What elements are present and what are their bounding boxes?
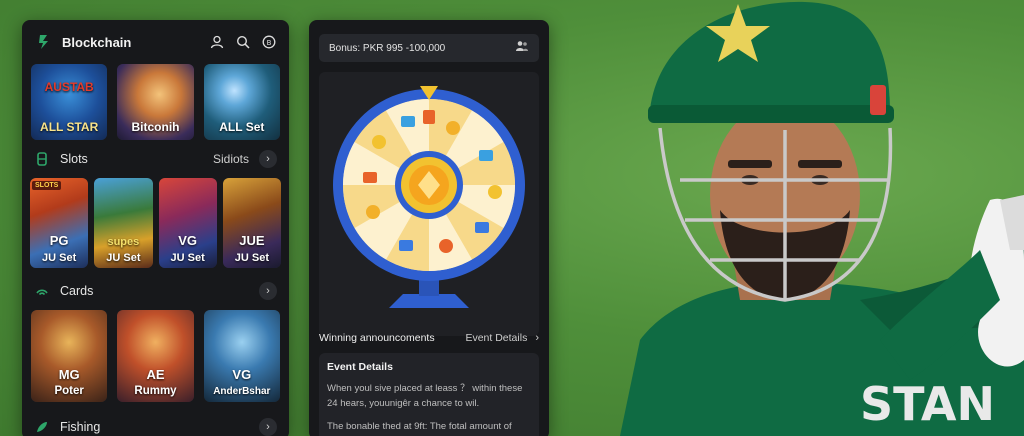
cards-icon xyxy=(34,283,50,299)
event-details-box: Event Details When youl sive placed at l… xyxy=(319,353,539,436)
jersey-text: STAN xyxy=(860,377,995,431)
card-tile-poter[interactable]: MG Poter xyxy=(31,310,108,402)
slot-name: PG xyxy=(49,233,69,248)
winning-announcements-label: Winning announcoments xyxy=(319,332,435,344)
svg-text:B: B xyxy=(267,39,272,47)
lucky-wheel[interactable] xyxy=(319,72,539,336)
slot-tile-pg[interactable]: SLOTS PG JU Set xyxy=(30,178,89,268)
card-game-name: MG xyxy=(58,367,80,382)
slot-badge: SLOTS xyxy=(32,181,62,190)
slot-provider: JU Set xyxy=(234,252,269,264)
chevron-right-icon[interactable]: › xyxy=(259,282,277,300)
winning-announcements-row[interactable]: Winning announcoments Event Details › xyxy=(319,326,539,350)
game-title: Bitconih xyxy=(131,120,180,134)
lobby-header: Blockchain B xyxy=(22,20,289,64)
slots-games-row: SLOTS PG JU Set supes JU Set VG JU Set J… xyxy=(22,178,289,268)
bonus-bar[interactable]: Bonus: PKR 995 -100,000 xyxy=(319,34,539,62)
brand-logo-icon[interactable] xyxy=(34,32,54,52)
event-paragraph: When youl sive placed at leass ？ within … xyxy=(327,383,523,409)
slots-icon xyxy=(34,151,50,167)
bonus-text: Bonus: PKR 995 -100,000 xyxy=(329,42,446,54)
event-title: Event Details xyxy=(327,361,393,373)
card-game-title: Rummy xyxy=(134,385,177,397)
tile-art-text: AUSTAB xyxy=(44,80,94,94)
cards-section-header[interactable]: Cards › xyxy=(22,272,289,310)
card-game-title: Poter xyxy=(54,385,84,397)
lucky-wheel-panel: Bonus: PKR 995 -100,000 Winning announco… xyxy=(309,20,549,436)
slot-tile-jue[interactable]: JUE JU Set xyxy=(222,178,281,268)
coin-icon[interactable]: B xyxy=(261,34,277,50)
fish-icon xyxy=(34,419,50,435)
slot-name: JUE xyxy=(239,233,265,248)
slot-provider: JU Set xyxy=(106,252,141,264)
lucky-wheel-container xyxy=(319,72,539,336)
slot-provider: JU Set xyxy=(42,252,77,264)
fishing-section-header[interactable]: Fishing › xyxy=(22,408,289,436)
chevron-right-icon[interactable]: › xyxy=(259,150,277,168)
game-title: ALL STAR xyxy=(40,120,99,134)
chevron-right-icon[interactable]: › xyxy=(259,418,277,436)
game-tile-bitconih[interactable]: Bitconih xyxy=(117,64,194,140)
slot-tile-vg[interactable]: VG JU Set xyxy=(158,178,217,268)
slots-label: Slots xyxy=(60,152,88,166)
cards-games-row: MG Poter AE Rummy VG AnderBshar xyxy=(22,310,289,402)
card-game-title: AnderBshar xyxy=(213,386,271,397)
event-paragraph: The bonable thed at 9ft: The fotal amoun… xyxy=(327,421,512,432)
slot-tile-supes[interactable]: supes JU Set xyxy=(94,178,153,268)
slot-name: VG xyxy=(178,233,198,248)
card-tile-anderbshar[interactable]: VG AnderBshar xyxy=(203,310,280,402)
gift-users-icon[interactable] xyxy=(515,39,529,57)
cards-label: Cards xyxy=(60,284,94,298)
cricketer-photo: STAN xyxy=(560,0,1024,436)
slot-name: supes xyxy=(107,236,140,248)
card-game-name: AE xyxy=(146,367,165,382)
slots-section-header[interactable]: Slots Sidiots › xyxy=(22,140,289,178)
card-tile-rummy[interactable]: AE Rummy xyxy=(117,310,194,402)
event-details-link[interactable]: Event Details xyxy=(465,332,527,344)
card-game-name: VG xyxy=(232,367,252,382)
lobby-panel: Blockchain B AUSTAB ALL STAR Bitconih AL… xyxy=(22,20,289,436)
slots-see-all-link[interactable]: Sidiots xyxy=(213,152,249,166)
game-tile-allset[interactable]: ALL Set xyxy=(203,64,280,140)
fishing-label: Fishing xyxy=(60,420,101,434)
blockchain-games-row: AUSTAB ALL STAR Bitconih ALL Set xyxy=(22,64,289,140)
lobby-title: Blockchain xyxy=(62,34,132,50)
search-icon[interactable] xyxy=(235,34,251,50)
game-tile-allstar[interactable]: AUSTAB ALL STAR xyxy=(31,64,108,140)
chevron-right-icon[interactable]: › xyxy=(535,332,539,344)
slot-provider: JU Set xyxy=(170,252,205,264)
user-icon[interactable] xyxy=(209,34,225,50)
game-title: ALL Set xyxy=(219,120,265,134)
